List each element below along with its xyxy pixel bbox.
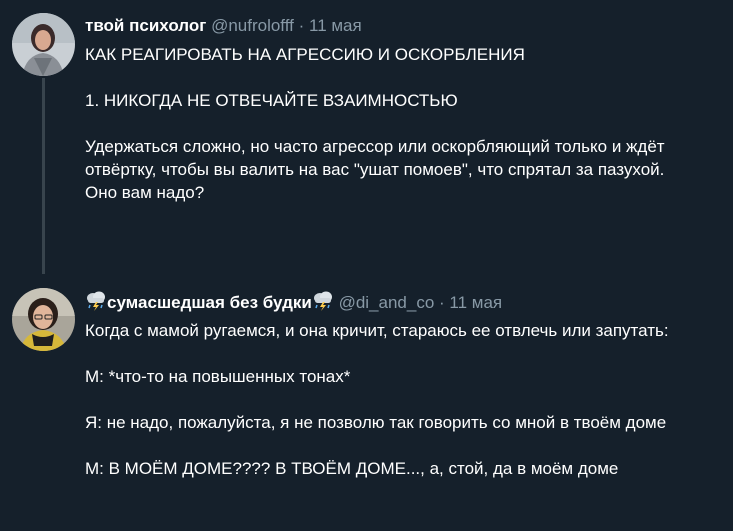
user-handle[interactable]: @nufrolofff — [211, 16, 294, 35]
tweet-date[interactable]: 11 мая — [309, 16, 362, 35]
avatar[interactable] — [12, 288, 75, 351]
separator-dot: · — [439, 293, 445, 312]
tweet-text: Когда с мамой ругаемся, и она кричит, ст… — [85, 319, 725, 480]
tweet-paragraph: КАК РЕАГИРОВАТЬ НА АГРЕССИЮ И ОСКОРБЛЕНИ… — [85, 45, 525, 64]
tweet-paragraph: 1. НИКОГДА НЕ ОТВЕЧАЙТЕ ВЗАИМНОСТЬЮ — [85, 91, 458, 110]
tweet-paragraph: Удержаться сложно, но часто агрессор или… — [85, 137, 665, 202]
person-photo-avatar-icon — [12, 288, 75, 351]
cloud-lightning-rain-icon — [85, 291, 107, 316]
person-photo-avatar-icon — [12, 13, 75, 76]
tweet-header: сумасшедшая без будки @di_and_co · 11 ма… — [85, 291, 502, 316]
tweet-2[interactable]: сумасшедшая без будки @di_and_co · 11 ма… — [0, 275, 733, 531]
tweet-header: твой психолог @nufrolofff · 11 мая — [85, 16, 362, 36]
display-name[interactable]: сумасшедшая без будки — [107, 293, 312, 312]
avatar[interactable] — [12, 13, 75, 76]
tweet-paragraph: М: В МОЁМ ДОМЕ???? В ТВОЁМ ДОМЕ..., а, с… — [85, 459, 619, 478]
display-name[interactable]: твой психолог — [85, 16, 206, 35]
separator-dot: · — [298, 16, 305, 35]
thread-connector-line — [42, 78, 45, 274]
user-handle[interactable]: @di_and_co — [339, 293, 435, 312]
tweet-paragraph: Я: не надо, пожалуйста, я не позволю так… — [85, 413, 667, 432]
cloud-lightning-rain-icon — [312, 291, 334, 316]
tweet-1[interactable]: твой психолог @nufrolofff · 11 мая КАК Р… — [0, 0, 733, 275]
tweet-text: КАК РЕАГИРОВАТЬ НА АГРЕССИЮ И ОСКОРБЛЕНИ… — [85, 43, 725, 204]
tweet-paragraph: Когда с мамой ругаемся, и она кричит, ст… — [85, 321, 669, 340]
tweet-paragraph: М: *что-то на повышенных тонах* — [85, 367, 351, 386]
tweet-date[interactable]: 11 мая — [449, 293, 502, 312]
